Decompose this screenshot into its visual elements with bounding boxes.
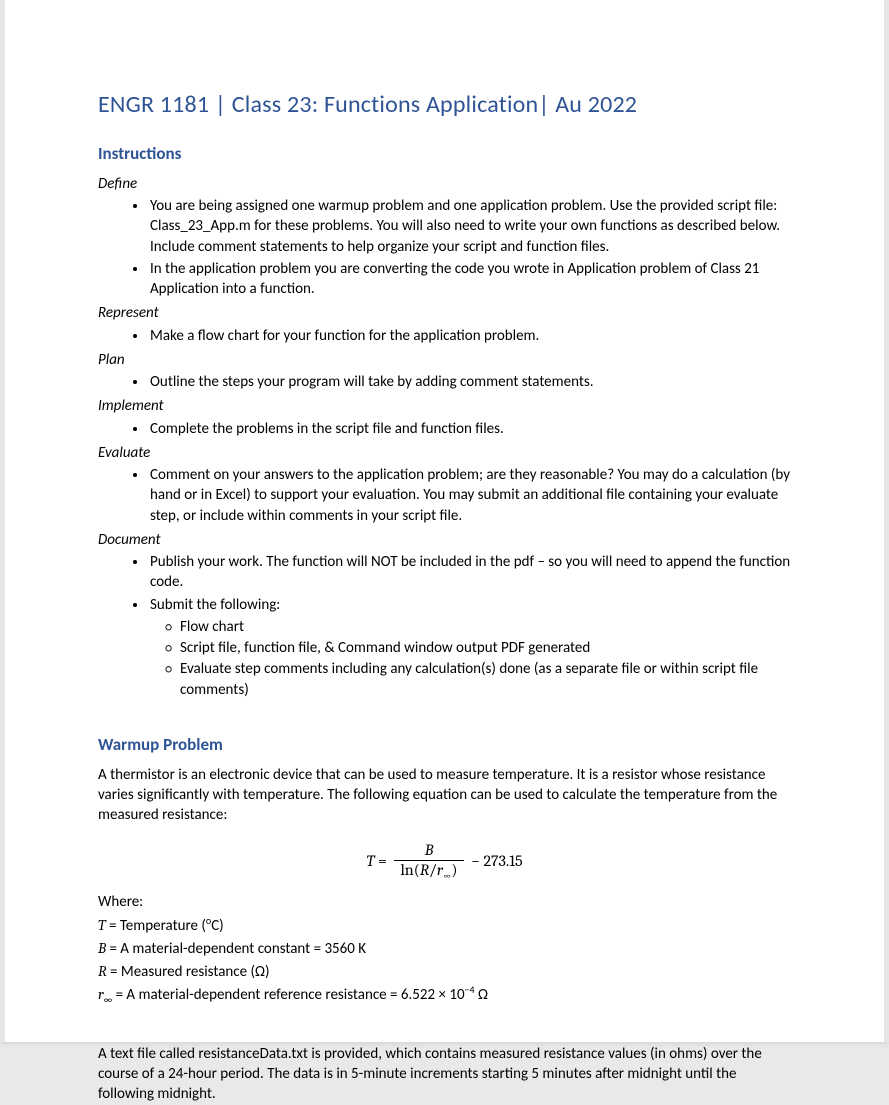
sym-T: T (98, 916, 106, 934)
def-T: T = Temperature (oC) (98, 914, 791, 938)
eq-equals: = (378, 852, 387, 870)
define-list: You are being assigned one warmup proble… (98, 196, 791, 299)
where-label: Where: (98, 892, 791, 914)
def-T-text: = Temperature ( (106, 917, 206, 935)
list-item: Submit the following: Flow chart Script … (148, 595, 791, 700)
eq-numerator: B (394, 842, 463, 862)
represent-list: Make a flow chart for your function for … (98, 326, 791, 346)
eq-tail: − 273.15 (471, 852, 523, 870)
instructions-heading: Instructions (98, 143, 791, 166)
evaluate-label: Evaluate (98, 443, 791, 463)
list-item: Outline the steps your program will take… (148, 372, 791, 392)
def-B-text: = A material-dependent constant = 3560 K (106, 940, 366, 958)
datafile-paragraph: A text file called resistanceData.txt is… (98, 1044, 791, 1105)
sym-B: B (98, 939, 106, 957)
list-item: Make a flow chart for your function for … (148, 326, 791, 346)
represent-label: Represent (98, 303, 791, 323)
define-label: Define (98, 174, 791, 194)
page-border-left (0, 0, 5, 1042)
list-item: Complete the problems in the script file… (148, 419, 791, 439)
list-item: You are being assigned one warmup proble… (148, 196, 791, 257)
warmup-intro: A thermistor is an electronic device tha… (98, 765, 791, 826)
page-border-right (884, 0, 889, 1042)
warmup-section: Warmup Problem A thermistor is an electr… (98, 734, 791, 1105)
page-title: ENGR 1181 | Class 23: Functions Applicat… (98, 90, 791, 119)
list-item: Flow chart (180, 617, 791, 637)
eq-ln-close: ) (451, 861, 457, 879)
def-rinf: r∞ = A material-dependent reference resi… (98, 983, 791, 1008)
sym-R: R (98, 962, 107, 980)
list-item-text: Submit the following: (150, 596, 280, 614)
eq-denominator: ln(R/r∞) (394, 861, 463, 882)
submit-sublist: Flow chart Script file, function file, &… (150, 617, 791, 700)
list-item: Script file, function file, & Command wi… (180, 638, 791, 658)
thermistor-equation: T = B ln(R/r∞) − 273.15 (98, 842, 791, 883)
implement-list: Complete the problems in the script file… (98, 419, 791, 439)
eq-fraction: B ln(R/r∞) (394, 842, 463, 883)
implement-label: Implement (98, 396, 791, 416)
eq-slash: / (429, 861, 437, 879)
warmup-heading: Warmup Problem (98, 734, 791, 755)
eq-R: R (420, 861, 429, 879)
def-R: R = Measured resistance (Ω) (98, 961, 791, 984)
list-item: Comment on your answers to the applicati… (148, 465, 791, 526)
document-page: ENGR 1181 | Class 23: Functions Applicat… (0, 0, 889, 1042)
def-T-tail: C) (211, 917, 224, 935)
plan-label: Plan (98, 350, 791, 370)
def-B: B = A material-dependent constant = 3560… (98, 938, 791, 961)
eq-ln-open: ln( (400, 861, 419, 879)
def-R-text: = Measured resistance (Ω) (107, 963, 270, 981)
evaluate-list: Comment on your answers to the applicati… (98, 465, 791, 526)
list-item: Evaluate step comments including any cal… (180, 659, 791, 700)
list-item: Publish your work. The function will NOT… (148, 552, 791, 593)
plan-list: Outline the steps your program will take… (98, 372, 791, 392)
def-rinf-text: = A material-dependent reference resista… (112, 986, 464, 1004)
eq-lhs: T (366, 852, 374, 870)
def-rinf-tail: Ω (475, 986, 488, 1004)
list-item: In the application problem you are conve… (148, 259, 791, 300)
document-list: Publish your work. The function will NOT… (98, 552, 791, 700)
sym-rinf-sub: ∞ (104, 993, 113, 1006)
document-label: Document (98, 530, 791, 550)
instructions-section: Instructions Define You are being assign… (98, 143, 791, 700)
def-rinf-exp: −4 (465, 983, 475, 996)
where-block: Where: T = Temperature (oC) B = A materi… (98, 892, 791, 1008)
